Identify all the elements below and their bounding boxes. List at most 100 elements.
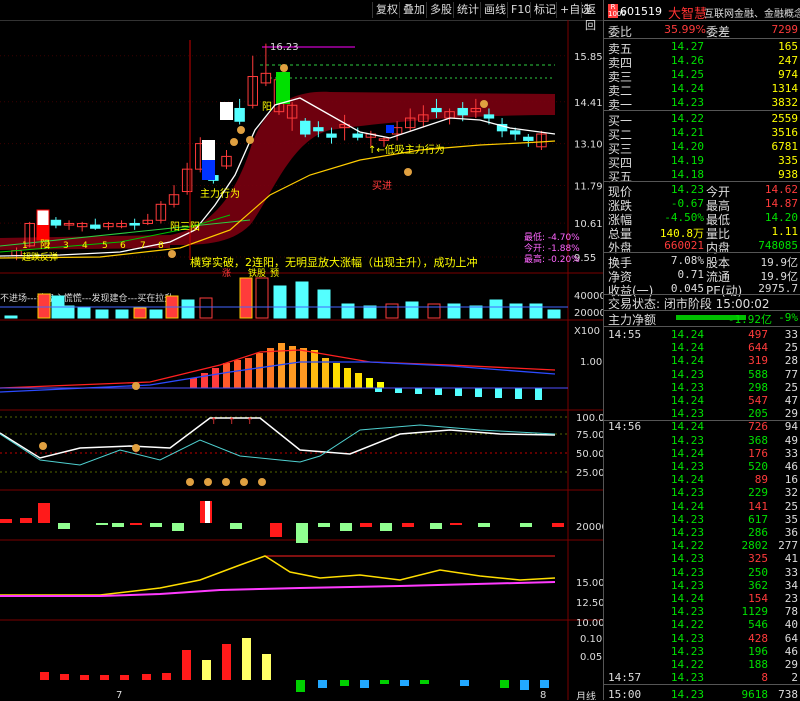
macd-bar — [333, 363, 340, 388]
volume-bar — [547, 309, 561, 319]
macd-bar — [212, 368, 219, 388]
volume-bar — [427, 303, 441, 319]
stat-value-2: 14.62 — [764, 183, 798, 196]
toolbar-btn-6[interactable]: 标记 — [530, 2, 559, 18]
tick-count: 40 — [784, 618, 798, 632]
sub6-bar — [460, 680, 469, 686]
blue-candle — [202, 160, 215, 180]
toolbar-btn-3[interactable]: 统计 — [453, 2, 482, 18]
toolbar: 复权 叠加 多股 统计 画线 F10 标记 +自选 返回 — [0, 0, 603, 32]
kline-chart-area[interactable]: 15.8514.4113.1011.7910.619.5516.23主力行为↑←… — [0, 20, 603, 700]
bid-price: 14.21 — [670, 126, 704, 139]
divider — [604, 20, 800, 21]
macd-bar — [245, 358, 252, 388]
ask-volume: 3832 — [771, 96, 799, 109]
bid-price: 14.22 — [670, 112, 704, 125]
sub4-bar — [430, 523, 442, 529]
sub6-tick-label: 0.10 — [580, 634, 602, 645]
kdj-k — [0, 417, 556, 459]
tick-count: 46 — [784, 644, 798, 658]
tick-volume: 298 — [748, 380, 768, 394]
kdj-up-arrow: ↑ — [228, 417, 236, 427]
divider — [604, 684, 800, 685]
tick-price: 14.23 — [670, 605, 704, 619]
candle-body — [234, 107, 245, 122]
yang-label: 阳 — [262, 101, 272, 113]
tick-count: 277 — [778, 539, 798, 553]
stat-value-2: 1.11 — [771, 225, 799, 238]
x-right-label: 月线 — [576, 690, 596, 700]
signal-mark: 涨 — [222, 268, 231, 279]
count-number: 1 — [22, 241, 28, 251]
zhuli-pct: -9% — [778, 311, 798, 324]
sub4-bar — [296, 523, 308, 543]
toolbar-btn-0[interactable]: 复权 — [372, 2, 401, 18]
money-bag-icon — [186, 478, 194, 486]
money-bag-icon — [246, 136, 254, 144]
sub4-bar — [318, 523, 330, 527]
count-number: 8 — [158, 241, 164, 251]
x-label: 7 — [116, 690, 122, 700]
tick-volume: 617 — [748, 512, 768, 526]
tick-count: 34 — [784, 578, 798, 592]
tick-volume: 205 — [748, 407, 768, 421]
stat-value: 14.23 — [670, 183, 704, 196]
vol-tick-label: 20000 — [574, 308, 603, 319]
y-tick-label: 14.41 — [574, 98, 603, 109]
tick-price: 14.24 — [670, 328, 704, 341]
volume-bar — [489, 299, 503, 319]
count-number: 3 — [63, 241, 69, 251]
candle-body — [483, 114, 495, 119]
stat-value: -4.50% — [664, 211, 704, 224]
candle-body — [431, 107, 442, 113]
toolbar-btn-4[interactable]: 画线 — [480, 2, 509, 18]
macd-bar — [300, 348, 307, 388]
sub6-bar — [296, 680, 305, 692]
tick-count: 35 — [784, 512, 798, 526]
tick-price: 14.22 — [670, 618, 704, 632]
tick-volume: 2802 — [741, 539, 769, 553]
macd-bar — [234, 360, 241, 388]
money-bag-icon — [132, 444, 140, 452]
bid-volume: 938 — [778, 168, 798, 181]
tick-price: 14.23 — [670, 644, 704, 658]
money-bag-icon — [237, 126, 245, 134]
tick-price: 14.23 — [670, 460, 704, 473]
tick-volume: 188 — [748, 658, 768, 671]
sub5-tick-label: 10.00 — [576, 618, 603, 629]
bid-volume: 2559 — [771, 112, 799, 125]
toolbar-btn-1[interactable]: 叠加 — [399, 2, 428, 18]
tick-price: 14.23 — [670, 380, 704, 394]
three-yang-label: 阳三阳 — [170, 221, 200, 233]
sub6-bar — [340, 680, 349, 686]
macd-neg-bar — [435, 388, 442, 395]
concept-tags[interactable]: 互联网金融、金融概念 — [704, 5, 800, 20]
stat2-value: 0.71 — [677, 268, 705, 281]
money-bag-icon — [240, 478, 248, 486]
volume-bar — [363, 305, 377, 319]
volume-bar — [77, 307, 91, 319]
money-bag-icon — [404, 168, 412, 176]
bid-price: 14.19 — [670, 154, 704, 167]
main-force-label: 主力行为 — [200, 187, 240, 200]
sub4-bar — [340, 523, 352, 531]
sub6-bar — [360, 680, 369, 688]
tick-count: 16 — [784, 473, 798, 487]
volume-bar — [385, 303, 399, 319]
ask-price: 14.27 — [670, 40, 704, 53]
sub4-bar — [360, 523, 372, 527]
tick-price: 14.23 — [670, 512, 704, 526]
tick-volume: 196 — [748, 644, 768, 658]
candle-body — [352, 133, 363, 138]
bid-price: 14.20 — [670, 140, 704, 153]
tick-count: 94 — [784, 420, 798, 434]
tick-price: 14.24 — [670, 341, 704, 355]
macd-neg-bar — [415, 388, 422, 394]
toolbar-btn-8[interactable]: 返回 — [581, 2, 603, 32]
sub4-bar — [150, 523, 162, 527]
sub4-bar — [96, 523, 108, 525]
weibi-value: 35.99% — [664, 23, 706, 36]
tick-count: 33 — [784, 565, 798, 579]
macd-neg-bar — [455, 388, 462, 396]
toolbar-btn-2[interactable]: 多股 — [426, 2, 455, 18]
